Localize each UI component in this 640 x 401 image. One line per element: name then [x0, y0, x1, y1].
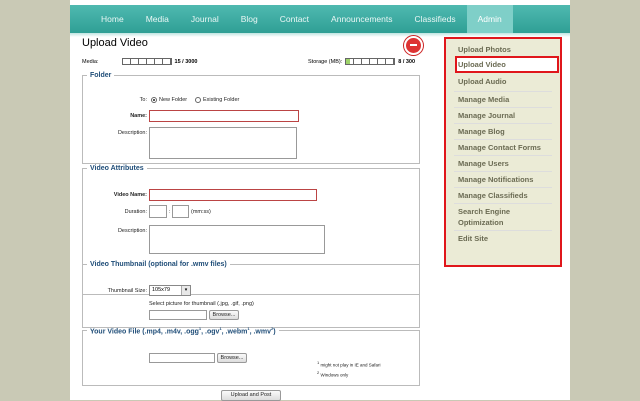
folder-name-input[interactable]: [149, 110, 299, 122]
media-meter-label: Media:: [82, 58, 99, 65]
new-folder-label: New Folder: [159, 97, 188, 103]
sidebar-divider: [454, 91, 552, 92]
nav-blog[interactable]: Blog: [230, 5, 269, 33]
sidebar-divider: [454, 123, 552, 124]
new-folder-radio[interactable]: [151, 97, 157, 103]
thumbnail-browse-button[interactable]: Browse...: [209, 310, 239, 320]
video-file-input[interactable]: [149, 353, 215, 364]
sidebar-divider: [454, 230, 552, 231]
to-label: To:: [139, 97, 147, 103]
thumbnail-legend: Video Thumbnail (optional for .wmv files…: [90, 261, 227, 268]
media-meter: Media: 15 / 3000: [82, 58, 197, 65]
legend-part: , .webm: [221, 328, 248, 336]
footnote-1-text: might not play in IE and Safari: [320, 362, 381, 368]
video-browse-button[interactable]: Browse...: [217, 353, 247, 364]
thumbnail-size-label: Thumbnail Size:: [107, 288, 147, 294]
admin-sidebar: Upload Photos Upload Video Upload Audio …: [444, 37, 562, 267]
thumbnail-hint: Select picture for thumbnail (.jpg, .gif…: [149, 301, 254, 307]
sidebar-item-manage-journal[interactable]: Manage Journal: [458, 110, 515, 121]
existing-folder-radio[interactable]: [195, 97, 201, 103]
sidebar-item-manage-media[interactable]: Manage Media: [458, 94, 509, 105]
page-title: Upload Video: [82, 37, 148, 49]
duration-minutes-input[interactable]: [149, 205, 167, 218]
folder-description-textarea[interactable]: [149, 127, 297, 159]
main-content: Upload Video Media: 15 / 3000 Storage (M…: [70, 36, 440, 401]
sidebar-divider: [454, 203, 552, 204]
sidebar-item-manage-classifieds[interactable]: Manage Classifieds: [458, 190, 528, 201]
nav-admin[interactable]: Admin: [466, 5, 513, 33]
video-attributes-legend: Video Attributes: [90, 165, 144, 172]
nav-media[interactable]: Media: [135, 5, 180, 33]
video-description-label: Description:: [117, 228, 147, 234]
storage-meter-label: Storage (MB):: [308, 58, 343, 65]
nav-classifieds[interactable]: Classifieds: [403, 5, 466, 33]
nav-announcements[interactable]: Announcements: [320, 5, 403, 33]
footnote-1: 1 might not play in IE and Safari: [317, 360, 381, 368]
footnote-2: 2 Windows only: [317, 370, 348, 378]
nav-home[interactable]: Home: [90, 5, 135, 33]
media-meter-bar: [121, 58, 172, 65]
sidebar-item-upload-photos[interactable]: Upload Photos: [458, 44, 511, 55]
storage-meter: Storage (MB): 8 / 300: [308, 58, 415, 65]
media-meter-value: 15 / 3000: [174, 58, 198, 65]
video-file-legend: Your Video File (.mp4, .m4v, .ogg1, .ogv…: [87, 326, 279, 335]
nav-contact[interactable]: Contact: [269, 5, 320, 33]
footnote-2-text: Windows only: [320, 372, 349, 378]
sidebar-item-manage-contact-forms[interactable]: Manage Contact Forms: [458, 142, 541, 153]
duration-label: Duration:: [124, 209, 147, 215]
video-description-textarea[interactable]: [149, 225, 325, 254]
existing-folder-label: Existing Folder: [203, 97, 240, 103]
thumbnail-size-value: 105x79: [152, 287, 171, 293]
legend-part: ): [273, 328, 276, 336]
stop-icon[interactable]: [404, 36, 423, 55]
footnote-1-marker: 1: [317, 360, 320, 366]
thumbnail-fieldset: Video Thumbnail (optional for .wmv files…: [82, 261, 420, 328]
folder-description-label: Description:: [117, 130, 147, 136]
video-name-label: Video Name:: [113, 192, 147, 198]
nav-menu: Home Media Journal Blog Contact Announce…: [90, 5, 513, 33]
sidebar-item-manage-notifications[interactable]: Manage Notifications: [458, 174, 533, 185]
folder-legend: Folder: [90, 72, 112, 79]
duration-seconds-input[interactable]: [172, 205, 189, 218]
sidebar-item-manage-blog[interactable]: Manage Blog: [458, 126, 505, 137]
thumbnail-size-select[interactable]: 105x79 ▾: [149, 285, 191, 296]
footnote-2-marker: 2: [317, 370, 320, 376]
video-file-fieldset: Your Video File (.mp4, .m4v, .ogg 1 , .ogv…: [82, 326, 420, 386]
nav-journal[interactable]: Journal: [180, 5, 230, 33]
sidebar-item-edit-site[interactable]: Edit Site: [458, 233, 488, 244]
top-navigation: Home Media Journal Blog Contact Announce…: [70, 5, 570, 33]
sidebar-item-upload-video[interactable]: Upload Video: [458, 59, 506, 70]
chevron-down-icon: ▾: [181, 286, 190, 295]
folder-fieldset: Folder To: New Folder Existing Folder Na…: [82, 72, 420, 164]
sidebar-item-seo[interactable]: Search Engine Optimization: [458, 206, 538, 228]
video-name-input[interactable]: [149, 189, 317, 201]
legend-part: , .ogv: [201, 328, 220, 336]
legend-part: Your Video File (.mp4, .m4v, .ogg: [90, 328, 199, 336]
sidebar-item-upload-audio[interactable]: Upload Audio: [458, 76, 506, 87]
sidebar-divider: [454, 107, 552, 108]
legend-part: , .wmv: [249, 328, 271, 336]
duration-hint: (mm:ss): [191, 209, 211, 215]
thumbnail-file-input[interactable]: [149, 310, 207, 320]
duration-separator: :: [169, 209, 171, 215]
sidebar-divider: [454, 139, 552, 140]
folder-name-label: Name:: [130, 113, 147, 119]
sidebar-divider: [454, 155, 552, 156]
sidebar-divider: [454, 187, 552, 188]
upload-and-post-button[interactable]: Upload and Post: [221, 390, 281, 401]
storage-meter-value: 8 / 300: [398, 58, 416, 65]
sidebar-divider: [454, 171, 552, 172]
sidebar-item-manage-users[interactable]: Manage Users: [458, 158, 509, 169]
storage-meter-bar: [345, 58, 396, 65]
